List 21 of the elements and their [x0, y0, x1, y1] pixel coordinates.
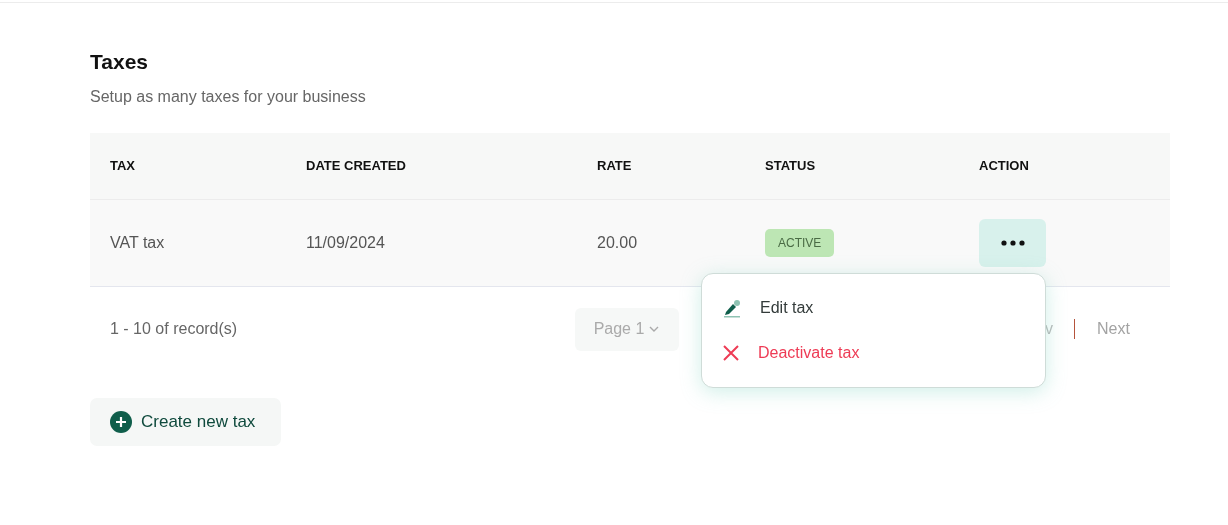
- column-header: ACTION: [979, 157, 1029, 176]
- column-header: TAX: [110, 157, 136, 176]
- column-header: STATUS: [765, 157, 816, 176]
- menu-item[interactable]: Deactivate tax: [722, 341, 860, 365]
- table-cell-text: VAT tax: [110, 233, 165, 253]
- column-header: DATE CREATED: [306, 157, 406, 176]
- records-count: 1 - 10 of record(s): [110, 319, 239, 339]
- more-actions-button[interactable]: [979, 219, 1046, 267]
- page-subtitle: Setup as many taxes for your business: [90, 87, 366, 107]
- table-cell-text: 11/09/2024: [306, 233, 385, 253]
- plus-circle-icon: [110, 411, 132, 433]
- status-badge: ACTIVE: [765, 229, 835, 257]
- menu-item[interactable]: Edit tax: [722, 296, 814, 320]
- close-icon: [722, 344, 740, 362]
- create-tax-button[interactable]: Create new tax: [90, 398, 281, 446]
- table-cell-text: 20.00: [597, 233, 638, 253]
- page-title: Taxes: [90, 49, 148, 75]
- column-header: RATE: [597, 157, 632, 176]
- pencil-icon: [722, 298, 742, 318]
- more-icon: [1000, 240, 1025, 246]
- page-select[interactable]: Page 1: [575, 307, 679, 351]
